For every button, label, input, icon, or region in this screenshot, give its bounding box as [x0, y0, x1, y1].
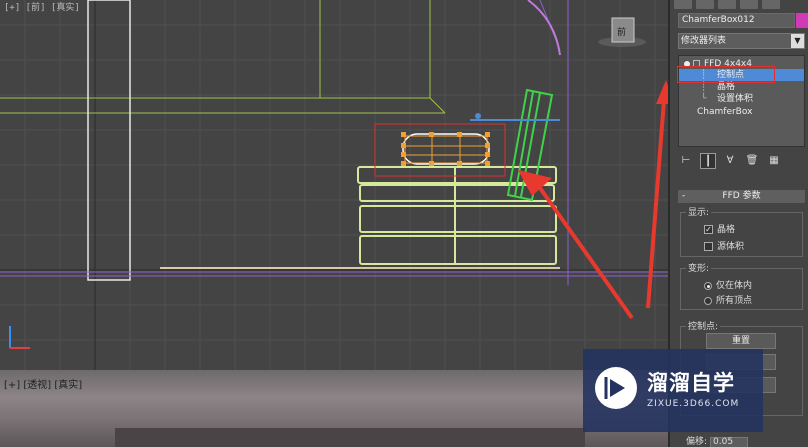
viewport-label[interactable]: [+] [前] [真实]	[4, 0, 80, 13]
offset-label: 偏移:	[686, 437, 708, 447]
viewport-canvas: 前	[0, 0, 668, 370]
radio-icon[interactable]	[704, 296, 712, 305]
lattice-checkbox[interactable]: ✓ 晶格	[704, 222, 735, 235]
viewport-front[interactable]: 前 [+] [前] [真实]	[0, 0, 668, 370]
all-vertices-label: 所有顶点	[716, 296, 753, 306]
only-in-volume-label: 仅在体内	[716, 281, 753, 291]
radio-icon[interactable]	[704, 281, 712, 290]
stack-toolbar: ⊢ ┃ ∀ 🗑 ▦	[678, 152, 805, 170]
lattice-checkbox-label: 晶格	[717, 225, 736, 235]
rollout-ffd-params[interactable]: - FFD 参数	[678, 190, 805, 203]
checkbox-icon[interactable]: ✓	[704, 225, 713, 234]
display-tab-icon[interactable]	[762, 0, 780, 9]
watermark-logo	[595, 367, 637, 409]
stack-item-chamferbox[interactable]: ChamferBox	[679, 106, 804, 118]
pin-stack-icon[interactable]: ⊢	[678, 153, 694, 169]
make-unique-icon[interactable]: ∀	[722, 153, 738, 169]
viewport-perspective[interactable]: [+] [透视] [真实]	[0, 370, 668, 447]
checkbox-icon[interactable]	[704, 242, 713, 251]
object-name-field[interactable]: ChamferBox012	[678, 13, 795, 28]
deform-group-label: 变形:	[686, 261, 712, 274]
display-group-label: 显示:	[686, 205, 712, 218]
configure-sets-icon[interactable]: ▦	[766, 153, 782, 169]
watermark-sub: ZIXUE.3D66.COM	[647, 399, 740, 409]
stack-item-chamferbox-label: ChamferBox	[697, 107, 753, 117]
highlight-box	[374, 123, 506, 177]
svg-text:前: 前	[617, 26, 626, 38]
create-tab-icon[interactable]	[674, 0, 692, 9]
rollout-title: FFD 参数	[722, 191, 761, 201]
hierarchy-tab-icon[interactable]	[718, 0, 736, 9]
chevron-down-icon[interactable]: ▼	[791, 34, 804, 48]
viewport-bottom-label[interactable]: [+] [透视] [真实]	[4, 376, 82, 391]
stack-item-set-volume-label: 设置体积	[717, 94, 754, 104]
stack-item-set-volume[interactable]: └ 设置体积	[679, 93, 804, 105]
only-in-volume-radio[interactable]: 仅在体内	[704, 278, 752, 291]
watermark: 溜溜自学 ZIXUE.3D66.COM	[583, 349, 763, 432]
axis-gizmo-icon	[9, 326, 30, 349]
source-volume-checkbox[interactable]: 源体积	[704, 239, 744, 252]
collapse-icon[interactable]: -	[682, 190, 685, 203]
modify-tab-icon[interactable]	[696, 0, 714, 9]
modifier-list-label: 修改器列表	[681, 36, 727, 46]
stack-highlight-box	[677, 66, 775, 83]
modifier-stack[interactable]: FFD 4x4x4 ┊ 控制点 ┊ 晶格 └ 设置体积 ChamferBox	[677, 55, 805, 147]
source-volume-checkbox-label: 源体积	[717, 242, 745, 252]
show-end-result-icon[interactable]: ┃	[700, 153, 716, 169]
all-vertices-radio[interactable]: 所有顶点	[704, 293, 752, 306]
remove-modifier-icon[interactable]: 🗑	[744, 153, 760, 169]
watermark-title: 溜溜自学	[647, 371, 735, 395]
motion-tab-icon[interactable]	[740, 0, 758, 9]
offset-value[interactable]: 0.05	[710, 437, 749, 447]
reset-button[interactable]: 重置	[706, 333, 776, 349]
modifier-list-dropdown[interactable]: 修改器列表 ▼	[678, 33, 805, 49]
offset-spinner[interactable]: 偏移: 0.05	[686, 434, 749, 447]
viewcube-icon: 前	[598, 17, 646, 47]
timeline-bar	[115, 428, 585, 447]
object-color-swatch[interactable]	[796, 13, 808, 28]
control-points-group-label: 控制点:	[686, 319, 721, 332]
annotation-arrows	[518, 80, 668, 320]
panel-tabs[interactable]	[674, 0, 780, 10]
